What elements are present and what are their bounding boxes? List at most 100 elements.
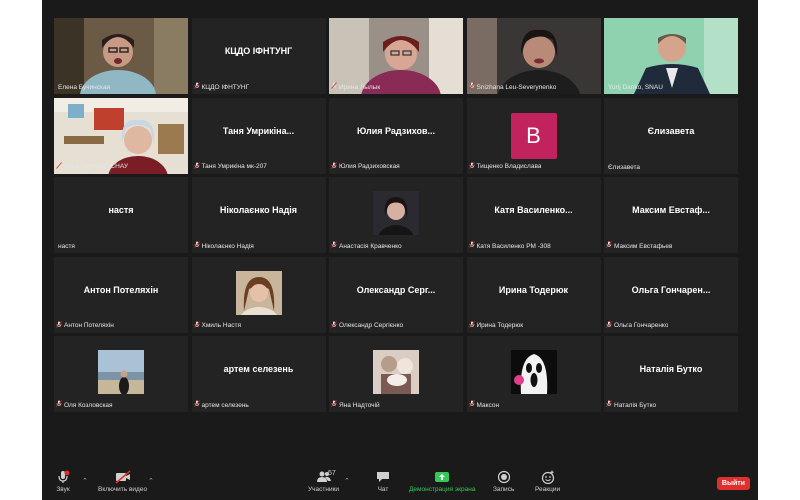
participant-label: Ирина Тодерюк [468, 320, 523, 331]
participant-tile[interactable]: Ольга Гончарен... Ольга Гончаренко [604, 256, 738, 333]
participant-label: Оля Козловская [56, 400, 113, 410]
participant-label: Ніколаєнко Надія [193, 241, 254, 251]
mic-muted-icon [56, 400, 62, 410]
participant-tile[interactable]: Ирина Лылык [329, 18, 463, 94]
participant-tile[interactable]: Єлизавета Єлизавета [604, 97, 738, 174]
participant-name: настя [108, 205, 134, 215]
meeting-window: Елена Бучинская КЦДО ІФНТУНГ КЦДО ІФНТУН… [42, 0, 758, 500]
mic-muted-icon [468, 320, 475, 331]
participant-label: Таня Умрикіна мк-207 [193, 161, 267, 172]
participant-label: Катя Василенко РМ -308 [468, 241, 551, 251]
participants-button[interactable]: 57 Участники ⌃ [308, 470, 350, 493]
participants-count: 57 [328, 470, 336, 477]
participant-label: Snizhana Leu-Severynenko [468, 82, 556, 92]
participant-label: Юлия Радзиховская [331, 161, 400, 172]
participant-tile[interactable]: Максон [466, 336, 601, 412]
participant-tile[interactable]: Анастасія Кравченко [329, 177, 463, 253]
participant-tile[interactable]: В Тищенко Владислава [466, 97, 601, 174]
participant-label: Яна Надточій [331, 400, 380, 410]
participant-tile[interactable]: Елена Бучинская [54, 18, 188, 94]
reactions-label: Реакции [535, 486, 561, 493]
participant-label: Максон [468, 400, 499, 410]
reactions-button[interactable]: Реакции [535, 470, 560, 493]
participant-label: Наталія Бутко [606, 400, 656, 410]
mic-muted-icon [193, 161, 200, 172]
participant-tile[interactable]: Хмиль Настя [191, 256, 326, 333]
mic-muted-icon [331, 161, 337, 172]
participant-name: Таня Умрикіна... [222, 125, 295, 136]
participants-label: Участники [308, 486, 340, 493]
mic-muted-icon [193, 320, 200, 331]
mic-muted-icon [468, 241, 475, 251]
mic-muted-icon [193, 82, 200, 92]
participant-label: настя [58, 243, 75, 250]
participant-name: Юлия Радзихов... [356, 125, 436, 136]
participant-name: Єлизавета [647, 125, 695, 136]
profile-picture [235, 270, 282, 315]
mic-muted-icon [331, 320, 337, 331]
participant-name: артем селезень [223, 364, 294, 374]
reactions-icon [541, 470, 554, 484]
participant-name: Ирина Тодерюк [498, 284, 569, 295]
video-label: Включить видео [98, 486, 148, 493]
participant-name: Ніколаєнко Надія [219, 205, 298, 215]
record-label: Запись [493, 486, 515, 493]
record-icon [497, 470, 510, 484]
participant-label: Олександр Сергієнко [331, 320, 403, 331]
mic-muted-icon [606, 400, 612, 410]
participant-tile[interactable]: Таня Умрикіна... Таня Умрикіна мк-207 [191, 97, 326, 174]
profile-picture [373, 350, 419, 394]
chat-button[interactable]: Чат [376, 470, 390, 493]
participant-label: Антон Потеляхін [56, 320, 114, 331]
mic-muted-icon [193, 241, 200, 251]
participant-tile[interactable]: Snizhana Leu-Severynenko [466, 18, 601, 94]
participant-tile[interactable]: Анна Глуходід_СНАУ [54, 97, 188, 174]
participant-label: Максим Евстафьев [606, 241, 672, 251]
mic-muted-icon [193, 400, 200, 410]
participant-tile[interactable]: Яна Надточій [329, 336, 463, 412]
participant-name: Наталія Бутко [639, 364, 703, 374]
participant-tile[interactable]: Катя Василенко... Катя Василенко РМ -308 [466, 177, 601, 253]
profile-picture [373, 191, 419, 235]
participant-name: Ольга Гончарен... [631, 284, 711, 295]
participant-name: Катя Василенко... [494, 205, 573, 215]
audio-options-caret[interactable]: ⌃ [82, 477, 88, 485]
participant-label: Анна Глуходід_СНАУ [56, 161, 128, 172]
participant-tile[interactable]: Максим Евстаф... Максим Евстафьев [604, 177, 738, 253]
mic-muted-icon [56, 320, 62, 331]
participant-tile[interactable]: настя настя [54, 177, 188, 253]
profile-picture [98, 350, 144, 394]
participant-tile[interactable]: Ирина Тодерюк Ирина Тодерюк [466, 256, 601, 333]
profile-picture [510, 350, 557, 394]
share-screen-button[interactable]: Демонстрация экрана [409, 470, 475, 493]
video-options-caret[interactable]: ⌃ [148, 477, 154, 485]
participant-tile[interactable]: Антон Потеляхін Антон Потеляхін [54, 256, 188, 333]
record-button[interactable]: Запись [493, 470, 514, 493]
participant-tile[interactable]: Yurij Danko, SNAU [604, 18, 738, 94]
leave-meeting-button[interactable]: Выйти [716, 477, 750, 490]
participant-label: Ольга Гончаренко [606, 320, 668, 331]
participant-label: Елена Бучинская [58, 84, 111, 91]
video-button[interactable]: Включить видео ⌃ [98, 470, 154, 493]
participants-options-caret[interactable]: ⌃ [344, 477, 350, 485]
participant-tile[interactable]: Юлия Радзихов... Юлия Радзиховская [329, 97, 463, 174]
participant-tile[interactable]: Олександр Серг... Олександр Сергієнко [329, 256, 463, 333]
participant-label: Ирина Лылык [331, 82, 380, 92]
mic-muted-icon [331, 82, 337, 92]
share-screen-icon [435, 472, 450, 482]
participant-tile[interactable]: Наталія Бутко Наталія Бутко [604, 336, 738, 412]
participant-tile[interactable]: КЦДО ІФНТУНГ КЦДО ІФНТУНГ [191, 18, 326, 94]
participant-tile[interactable]: Ніколаєнко Надія Ніколаєнко Надія [191, 177, 326, 253]
participant-label: Yurij Danko, SNAU [608, 84, 663, 91]
microphone-icon [58, 470, 70, 483]
participant-label: КЦДО ІФНТУНГ [193, 82, 249, 92]
participant-name: КЦДО ІФНТУНГ [224, 46, 293, 56]
avatar: В [510, 112, 557, 159]
participant-label: Анастасія Кравченко [331, 241, 402, 251]
participant-tile[interactable]: артем селезень артем селезень [191, 336, 326, 412]
participant-label: Тищенко Владислава [468, 161, 541, 172]
mic-muted-icon [331, 241, 337, 251]
participant-tile[interactable]: Оля Козловская [54, 336, 188, 412]
audio-button[interactable]: Звук ⌃ [56, 470, 88, 493]
chat-icon [377, 472, 389, 482]
